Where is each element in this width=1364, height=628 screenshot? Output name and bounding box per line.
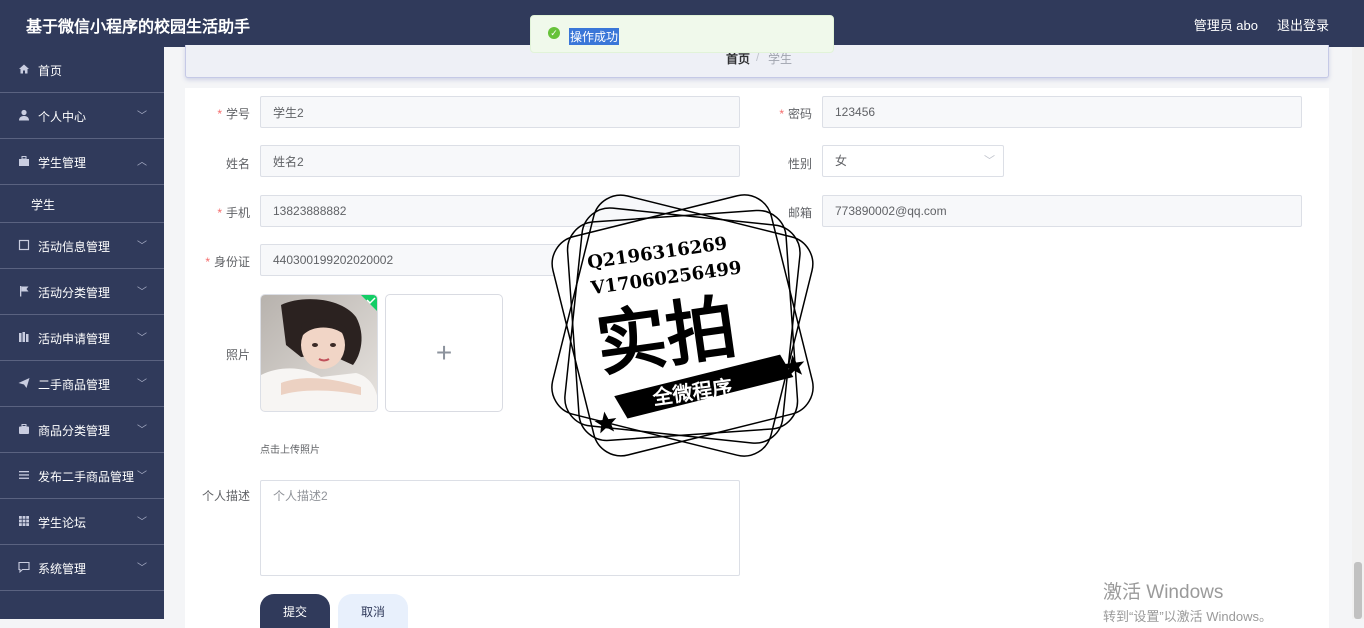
gender-select[interactable]: 女 ﹀ <box>822 145 1004 177</box>
sidebar-item-activity-info[interactable]: 活动信息管理 ﹀ <box>0 223 164 269</box>
chevron-up-icon: ︿ <box>137 157 147 168</box>
upload-photo-button[interactable]: + <box>385 294 503 412</box>
sidebar-item-activity-category[interactable]: 活动分类管理 ﹀ <box>0 269 164 315</box>
sidebar-item-label: 学生论坛 <box>38 516 87 530</box>
scrollbar-thumb[interactable] <box>1354 562 1362 619</box>
success-toast: ✓ 操作成功 <box>530 15 834 53</box>
description-label: 个人描述 <box>201 489 250 503</box>
gender-value: 女 <box>835 154 848 168</box>
home-icon <box>18 63 30 75</box>
sidebar-item-label: 学生管理 <box>38 156 87 170</box>
square-icon <box>18 239 30 251</box>
chevron-down-icon: ﹀ <box>137 287 147 298</box>
sidebar-item-forum[interactable]: 学生论坛 ﹀ <box>0 499 164 545</box>
chat-icon <box>18 561 30 573</box>
send-icon <box>18 377 30 389</box>
sidebar-item-profile[interactable]: 个人中心 ﹀ <box>0 93 164 139</box>
grid-icon <box>18 515 30 527</box>
sidebar-item-label: 发布二手商品管理 <box>38 470 135 484</box>
app-title: 基于微信小程序的校园生活助手 <box>26 19 251 36</box>
student-id-input[interactable] <box>260 96 740 128</box>
windows-activation-subtitle: 转到“设置”以激活 Windows。 <box>1103 609 1273 624</box>
chevron-down-icon: ﹀ <box>137 333 147 344</box>
chevron-down-icon: ﹀ <box>137 111 147 122</box>
sidebar-item-home[interactable]: 首页 <box>0 47 164 93</box>
suitcase-icon <box>18 423 30 435</box>
sidebar-item-label: 二手商品管理 <box>38 378 111 392</box>
watermark-stamp: Q2196316269 V17060256499 实拍 全微程序 <box>535 178 830 473</box>
windows-activation-title: 激活 Windows <box>1103 582 1224 603</box>
phone-label: * 手机 <box>217 206 250 220</box>
sidebar: 首页 个人中心 ﹀ 学生管理 ︿ 学生 活动信息管理 ﹀ 活动分类管理 ﹀ 活动… <box>0 47 164 619</box>
sidebar-item-label: 活动申请管理 <box>38 332 111 346</box>
page-scrollbar[interactable] <box>1352 47 1364 619</box>
password-input[interactable] <box>822 96 1302 128</box>
cancel-button[interactable]: 取消 <box>338 594 408 628</box>
book-icon <box>18 331 30 343</box>
toast-message: 操作成功 <box>569 28 620 45</box>
upload-hint: 点击上传照片 <box>260 445 320 456</box>
student-id-label: * 学号 <box>217 107 250 121</box>
chevron-down-icon: ﹀ <box>984 155 995 167</box>
description-textarea[interactable]: 个人描述2 <box>260 480 740 576</box>
sidebar-item-activity-application[interactable]: 活动申请管理 ﹀ <box>0 315 164 361</box>
sidebar-item-goods-category[interactable]: 商品分类管理 ﹀ <box>0 407 164 453</box>
chevron-down-icon: ﹀ <box>137 517 147 528</box>
flag-icon <box>18 285 30 297</box>
check-circle-icon: ✓ <box>548 27 560 39</box>
student-photo-image <box>261 295 377 411</box>
chevron-down-icon: ﹀ <box>137 241 147 252</box>
sidebar-subitem-label: 学生 <box>31 198 56 212</box>
sidebar-item-label: 商品分类管理 <box>38 424 111 438</box>
sidebar-item-label: 个人中心 <box>38 110 87 124</box>
submit-button[interactable]: 提交 <box>260 594 330 628</box>
sidebar-item-label: 首页 <box>38 64 63 78</box>
email-input[interactable] <box>822 195 1302 227</box>
sidebar-subitem-student[interactable]: 学生 <box>0 185 164 223</box>
chevron-down-icon: ﹀ <box>137 425 147 436</box>
logout-button[interactable]: 退出登录 <box>1277 15 1329 34</box>
name-label: 姓名 <box>225 157 250 171</box>
sidebar-item-system[interactable]: 系统管理 ﹀ <box>0 545 164 591</box>
password-label: * 密码 <box>779 107 812 121</box>
current-user: 管理员 abo <box>1193 18 1258 33</box>
sidebar-item-label: 活动分类管理 <box>38 286 111 300</box>
chevron-down-icon: ﹀ <box>137 563 147 574</box>
photo-label: 照片 <box>225 348 250 362</box>
gender-label: 性别 <box>787 157 812 171</box>
chevron-down-icon: ﹀ <box>137 471 147 482</box>
student-photo[interactable] <box>260 294 378 412</box>
list-icon <box>18 469 30 481</box>
plus-icon: + <box>435 337 453 368</box>
id-card-label: * 身份证 <box>205 255 250 269</box>
sidebar-item-label: 系统管理 <box>38 562 87 576</box>
sidebar-item-publish-goods[interactable]: 发布二手商品管理 ﹀ <box>0 453 164 499</box>
chevron-down-icon: ﹀ <box>137 379 147 390</box>
sidebar-item-label: 活动信息管理 <box>38 240 111 254</box>
windows-activation-notice: 激活 Windows 转到“设置”以激活 Windows。 <box>1103 577 1272 625</box>
user-icon <box>18 109 30 121</box>
sidebar-item-student-management[interactable]: 学生管理 ︿ <box>0 139 164 185</box>
name-input[interactable] <box>260 145 740 177</box>
briefcase-icon <box>18 155 30 167</box>
sidebar-item-secondhand-goods[interactable]: 二手商品管理 ﹀ <box>0 361 164 407</box>
